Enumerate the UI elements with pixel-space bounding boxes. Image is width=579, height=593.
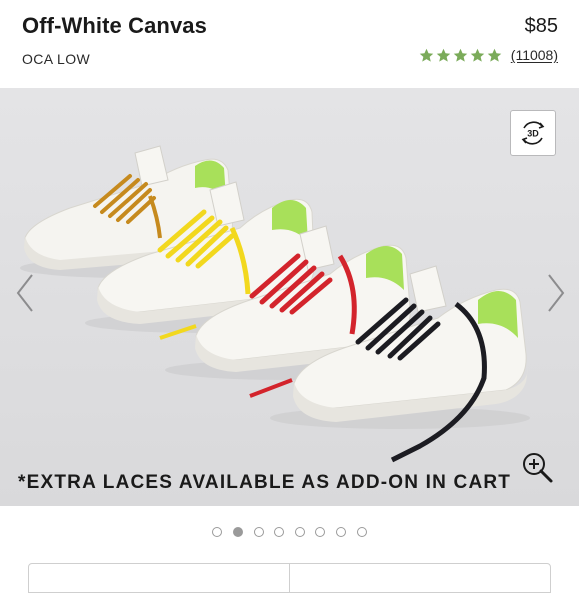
3d-rotate-icon: 3D <box>521 121 545 145</box>
product-image-gallery[interactable]: 3D *EXTRA LACES AVAILABLE AS ADD-ON IN C… <box>0 88 579 506</box>
star-icon <box>453 48 468 62</box>
carousel-dot[interactable] <box>294 527 305 537</box>
product-model: OCA LOW <box>22 51 91 67</box>
chevron-left-icon[interactable] <box>12 271 36 315</box>
carousel-dot[interactable] <box>274 527 285 537</box>
carousel-dot-active[interactable] <box>233 527 244 537</box>
carousel-dot[interactable] <box>212 527 223 537</box>
star-icon <box>419 48 434 62</box>
carousel-dot[interactable] <box>315 527 326 537</box>
option-tabs <box>28 563 551 593</box>
svg-text:3D: 3D <box>527 129 539 139</box>
rating[interactable]: (11008) <box>419 47 558 63</box>
product-image <box>0 88 579 506</box>
star-icon <box>436 48 451 62</box>
carousel-dot[interactable] <box>356 527 367 537</box>
chevron-right-icon[interactable] <box>545 271 569 315</box>
carousel-dots <box>0 527 579 537</box>
view-3d-button[interactable]: 3D <box>510 110 556 156</box>
carousel-dot[interactable] <box>335 527 346 537</box>
star-icon <box>487 48 502 62</box>
product-title: Off-White Canvas <box>22 13 207 38</box>
review-count-link[interactable]: (11008) <box>511 47 558 63</box>
carousel-dot[interactable] <box>253 527 264 537</box>
product-price: $85 <box>524 15 558 37</box>
zoom-in-icon[interactable] <box>520 450 554 484</box>
gallery-caption: *EXTRA LACES AVAILABLE AS ADD-ON IN CART <box>18 472 512 493</box>
option-tab[interactable] <box>29 564 289 592</box>
product-header: Off-White Canvas OCA LOW $85 (11008) <box>0 0 579 88</box>
option-tab[interactable] <box>289 564 550 592</box>
star-icon <box>470 48 485 62</box>
